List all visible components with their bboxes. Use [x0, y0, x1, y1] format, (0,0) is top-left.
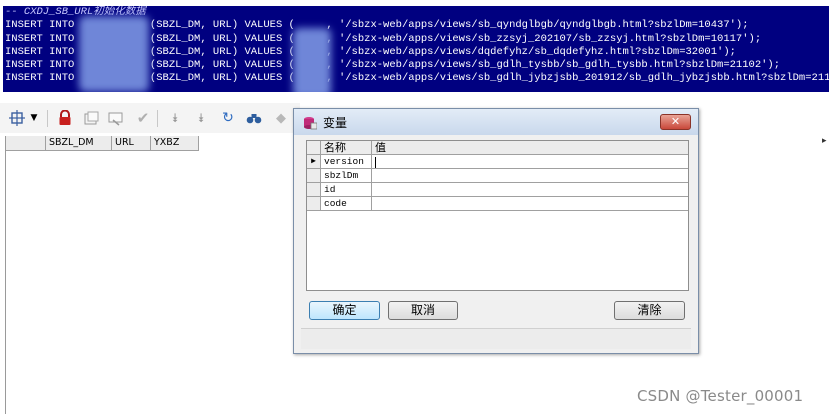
redacted-value: [293, 28, 331, 92]
variables-grid[interactable]: 名称 值 ▶ version sbzlDm id code: [306, 140, 689, 291]
find-icon[interactable]: [245, 109, 263, 127]
current-row-arrow-icon: ▶: [307, 155, 321, 169]
column-header-url[interactable]: URL: [112, 136, 151, 150]
variable-name: sbzlDm: [321, 169, 372, 183]
refresh-icon[interactable]: ↻: [219, 109, 237, 127]
first-record-icon[interactable]: ⯯: [166, 109, 184, 127]
toolbar-divider: [47, 110, 48, 127]
variable-value-input[interactable]: [372, 197, 688, 211]
watermark: CSDN @Tester_00001: [637, 387, 804, 405]
grid-header: SBZL_DM URL YXBZ: [6, 136, 199, 151]
dialog-status-area: [301, 328, 691, 349]
ok-button[interactable]: 确定: [309, 301, 380, 320]
cancel-button[interactable]: 取消: [388, 301, 458, 320]
variable-value-input[interactable]: [372, 169, 688, 183]
row-indicator-header: [307, 141, 321, 155]
variables-dialog: 变量 ✕ 名称 值 ▶ version sbzlDm id code 确定 取消…: [293, 108, 699, 354]
grid-indicator-header: [6, 136, 46, 150]
variable-name: version: [321, 155, 372, 169]
dialog-title: 变量: [323, 116, 348, 130]
variable-name: id: [321, 183, 372, 197]
variable-row[interactable]: code: [307, 197, 688, 211]
dialog-titlebar[interactable]: 变量 ✕: [294, 109, 698, 135]
scroll-arrow-icon[interactable]: ▸: [822, 136, 829, 152]
delete-record-icon[interactable]: [107, 109, 125, 127]
variable-value-input[interactable]: [372, 183, 688, 197]
last-record-icon[interactable]: ⯯: [192, 109, 210, 127]
clear-button[interactable]: 清除: [614, 301, 685, 320]
column-header-sbzl-dm[interactable]: SBZL_DM: [46, 136, 112, 150]
redacted-table-name: [79, 16, 149, 92]
text-cursor: [375, 157, 376, 168]
variable-row[interactable]: id: [307, 183, 688, 197]
post-icon[interactable]: ✔: [134, 109, 152, 127]
variable-name: code: [321, 197, 372, 211]
column-header-yxbz[interactable]: YXBZ: [151, 136, 199, 150]
grid-options-icon[interactable]: [8, 109, 26, 127]
variable-value-input[interactable]: [372, 155, 688, 169]
lock-icon[interactable]: [56, 109, 74, 127]
clear-icon[interactable]: ◆: [272, 109, 290, 127]
database-icon: [303, 115, 318, 130]
row-indicator: [307, 183, 321, 197]
column-header-value[interactable]: 值: [372, 141, 688, 155]
column-header-name[interactable]: 名称: [321, 141, 372, 155]
new-record-icon[interactable]: [82, 109, 100, 127]
variables-grid-header: 名称 值: [307, 141, 688, 155]
toolbar-divider: [157, 110, 158, 127]
dropdown-arrow-icon[interactable]: ▼: [28, 109, 40, 127]
row-indicator: [307, 197, 321, 211]
sql-editor[interactable]: -- CXDJ_SB_URL初始化数据 INSERT INTO (SBZL_DM…: [3, 6, 829, 92]
variable-row[interactable]: ▶ version: [307, 155, 688, 169]
row-indicator: [307, 169, 321, 183]
grid-toolbar: ▼ ✔ ⯯ ⯯ ↻ ◆: [0, 103, 300, 133]
variable-row[interactable]: sbzlDm: [307, 169, 688, 183]
close-button[interactable]: ✕: [660, 114, 691, 130]
